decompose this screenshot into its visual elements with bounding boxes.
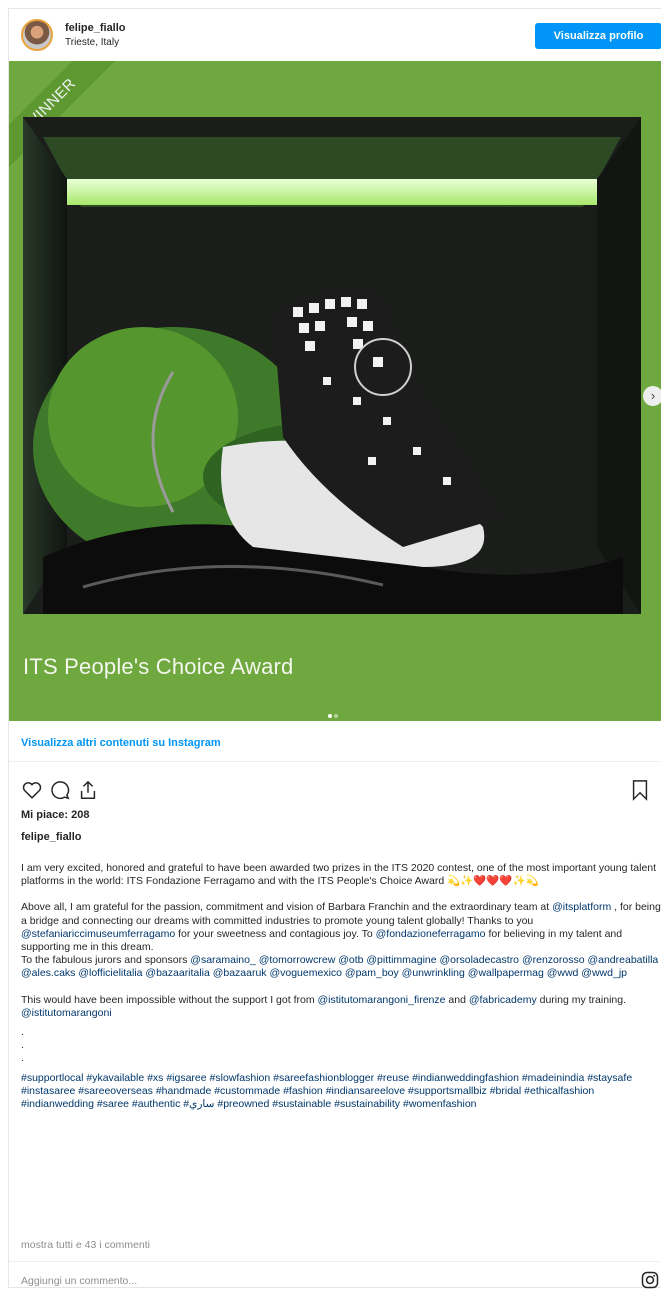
- caption-text: for your sweetness and contagious joy. T…: [175, 927, 376, 940]
- mention-link[interactable]: @istitutomarangoni: [21, 1007, 112, 1019]
- caption-text: This would have been impossible without …: [21, 993, 318, 1006]
- caption-dot: .: [21, 1039, 24, 1052]
- hashtag-links[interactable]: #supportlocal #ykavailable #xs #igsaree …: [21, 1072, 661, 1112]
- comment-icon[interactable]: [49, 779, 71, 801]
- heart-icon[interactable]: [21, 779, 43, 801]
- like-count[interactable]: Mi piace: 208: [21, 809, 89, 821]
- caption-paragraph: Above all, I am grateful for the passion…: [21, 901, 661, 954]
- view-all-comments-link[interactable]: mostra tutti e 43 i commenti: [21, 1239, 150, 1251]
- mention-link[interactable]: @fabricademy: [469, 994, 537, 1006]
- sneaker-illustration: [23, 117, 641, 614]
- caption-paragraph: I am very excited, honored and grateful …: [21, 862, 657, 888]
- mention-link[interactable]: @fondazioneferragamo: [376, 928, 486, 940]
- mention-link[interactable]: @istitutomarangoni_firenze: [318, 994, 446, 1006]
- caption-text: To the fabulous jurors and sponsors: [21, 954, 191, 967]
- caption-username[interactable]: felipe_fiallo: [21, 831, 82, 843]
- carousel-indicator: [327, 709, 339, 721]
- caption-text: Above all, I am grateful for the passion…: [21, 901, 553, 914]
- username[interactable]: felipe_fiallo: [65, 22, 126, 34]
- award-overlay-title: ITS People's Choice Award: [23, 654, 294, 679]
- location[interactable]: Trieste, Italy: [65, 37, 119, 48]
- divider: [9, 761, 661, 762]
- divider: [9, 1261, 661, 1262]
- mention-link[interactable]: @stefaniariccimuseumferragamo: [21, 928, 175, 940]
- caption-text: during my training.: [536, 993, 626, 1006]
- mention-link[interactable]: @itsplatform: [552, 901, 611, 913]
- bookmark-icon[interactable]: [629, 779, 651, 801]
- avatar[interactable]: [21, 19, 53, 51]
- carousel-dot: [334, 714, 338, 718]
- post-header: felipe_fiallo Trieste, Italy Visualizza …: [9, 9, 661, 61]
- caption-dot: .: [21, 1052, 24, 1065]
- share-icon[interactable]: [77, 779, 99, 801]
- action-bar: [21, 779, 651, 801]
- more-on-instagram-link[interactable]: Visualizza altri contenuti su Instagram: [21, 737, 221, 749]
- caption-paragraph: This would have been impossible without …: [21, 994, 661, 1020]
- post-media[interactable]: WINNER › ITS People's Choice Award: [9, 61, 661, 721]
- caption-dot: .: [21, 1026, 24, 1039]
- sneaker-photo: [23, 117, 641, 614]
- instagram-icon[interactable]: [641, 1271, 659, 1289]
- add-comment-link[interactable]: Aggiungi un commento...: [21, 1275, 137, 1287]
- caption-paragraph: To the fabulous jurors and sponsors @sar…: [21, 954, 661, 980]
- view-profile-button[interactable]: Visualizza profilo: [535, 23, 661, 49]
- post-caption: I am very excited, honored and grateful …: [21, 862, 661, 1111]
- caption-text: and: [445, 993, 469, 1006]
- carousel-dot-active: [328, 714, 332, 718]
- next-slide-icon[interactable]: ›: [643, 386, 661, 406]
- instagram-embed-card: felipe_fiallo Trieste, Italy Visualizza …: [8, 8, 661, 1289]
